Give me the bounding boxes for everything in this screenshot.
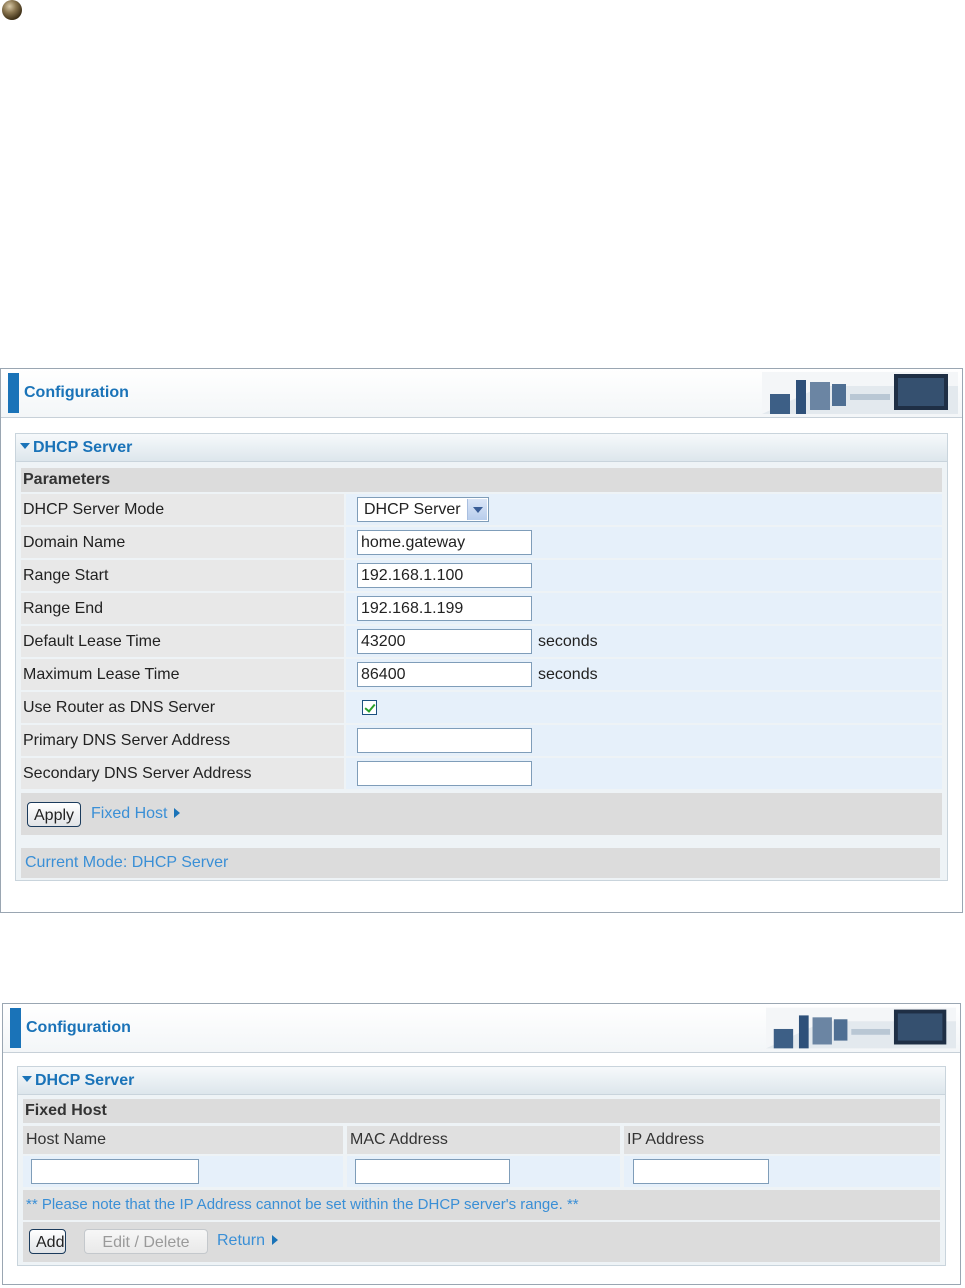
- max-lease-row: Maximum Lease Time seconds: [21, 659, 942, 691]
- page-title: Configuration: [24, 384, 129, 401]
- ip-address-cell: [624, 1156, 940, 1187]
- bullet-icon: [2, 0, 22, 20]
- primary-dns-row: Primary DNS Server Address: [21, 725, 942, 757]
- office-banner-icon: [762, 372, 958, 414]
- configuration-panel-dhcp: Configuration DHCP Server Parameters DHC…: [0, 368, 963, 913]
- dhcp-mode-select[interactable]: DHCP Server: [357, 497, 489, 522]
- range-start-label: Range Start: [21, 560, 344, 591]
- ip-address-column-header: IP Address: [624, 1126, 940, 1154]
- mac-address-column-header: MAC Address: [347, 1126, 620, 1154]
- primary-dns-input[interactable]: [357, 728, 532, 753]
- secondary-dns-row: Secondary DNS Server Address: [21, 758, 942, 790]
- fixed-host-link[interactable]: Fixed Host: [91, 801, 181, 826]
- default-lease-row: Default Lease Time seconds: [21, 626, 942, 658]
- default-lease-unit: seconds: [538, 633, 598, 650]
- configuration-panel-fixed-host: Configuration DHCP Server Fixed Host Hos…: [2, 1003, 961, 1285]
- action-bar: Add Edit / Delete Return: [23, 1222, 940, 1262]
- use-router-dns-row: Use Router as DNS Server: [21, 692, 942, 724]
- section-title[interactable]: DHCP Server: [18, 1067, 945, 1095]
- dhcp-mode-row: DHCP Server Mode DHCP Server: [21, 494, 942, 526]
- fixed-host-table: Host Name MAC Address IP Address: [23, 1126, 940, 1188]
- domain-name-label: Domain Name: [21, 527, 344, 558]
- section-title-text: DHCP Server: [33, 439, 133, 456]
- panel-header: Configuration: [1, 369, 962, 418]
- max-lease-label: Maximum Lease Time: [21, 659, 344, 690]
- section-title-text: DHCP Server: [35, 1072, 135, 1089]
- default-lease-label: Default Lease Time: [21, 626, 344, 657]
- domain-name-input[interactable]: [357, 530, 532, 555]
- chevron-down-icon[interactable]: [467, 499, 487, 520]
- dhcp-mode-selected: DHCP Server: [364, 501, 461, 518]
- header-accent-bar: [10, 1008, 21, 1048]
- default-lease-input[interactable]: [357, 629, 532, 654]
- action-bar: Apply Fixed Host: [21, 793, 942, 835]
- edit-delete-button[interactable]: Edit / Delete: [84, 1229, 208, 1254]
- panel-header: Configuration: [3, 1004, 960, 1053]
- dhcp-mode-label: DHCP Server Mode: [21, 494, 344, 525]
- domain-name-row: Domain Name: [21, 527, 942, 559]
- dhcp-server-section: DHCP Server Parameters DHCP Server Mode …: [15, 433, 948, 881]
- secondary-dns-label: Secondary DNS Server Address: [21, 758, 344, 789]
- apply-button[interactable]: Apply: [27, 802, 81, 827]
- host-name-column-header: Host Name: [23, 1126, 343, 1154]
- range-end-input[interactable]: [357, 596, 532, 621]
- range-start-input[interactable]: [357, 563, 532, 588]
- host-name-input[interactable]: [31, 1159, 199, 1184]
- max-lease-unit: seconds: [538, 666, 598, 683]
- range-end-label: Range End: [21, 593, 344, 624]
- use-router-dns-checkbox[interactable]: [362, 700, 377, 715]
- secondary-dns-input[interactable]: [357, 761, 532, 786]
- dhcp-server-section: DHCP Server Fixed Host Host Name MAC Add…: [17, 1066, 946, 1266]
- return-link-text: Return: [217, 1232, 266, 1249]
- mac-address-cell: [347, 1156, 620, 1187]
- header-accent-bar: [8, 373, 19, 413]
- parameters-heading: Parameters: [21, 468, 942, 492]
- use-router-dns-label: Use Router as DNS Server: [21, 692, 344, 723]
- max-lease-input[interactable]: [357, 662, 532, 687]
- range-start-row: Range Start: [21, 560, 942, 592]
- page-title: Configuration: [26, 1019, 131, 1036]
- office-banner-icon: [766, 1007, 956, 1049]
- section-title[interactable]: DHCP Server: [16, 434, 947, 462]
- collapse-triangle-icon: [20, 442, 30, 449]
- arrow-right-icon: [174, 807, 181, 818]
- fixed-host-heading: Fixed Host: [23, 1099, 940, 1123]
- collapse-triangle-icon: [22, 1075, 32, 1082]
- fixed-host-link-text: Fixed Host: [91, 805, 168, 822]
- host-name-cell: [23, 1156, 343, 1187]
- range-end-row: Range End: [21, 593, 942, 625]
- current-mode-status: Current Mode: DHCP Server: [21, 848, 940, 878]
- ip-address-input[interactable]: [633, 1159, 769, 1184]
- range-note: ** Please note that the IP Address canno…: [23, 1190, 940, 1220]
- add-button[interactable]: Add: [29, 1229, 66, 1254]
- mac-address-input[interactable]: [355, 1159, 510, 1184]
- arrow-right-icon: [272, 1234, 279, 1245]
- primary-dns-label: Primary DNS Server Address: [21, 725, 344, 756]
- return-link[interactable]: Return: [217, 1228, 279, 1253]
